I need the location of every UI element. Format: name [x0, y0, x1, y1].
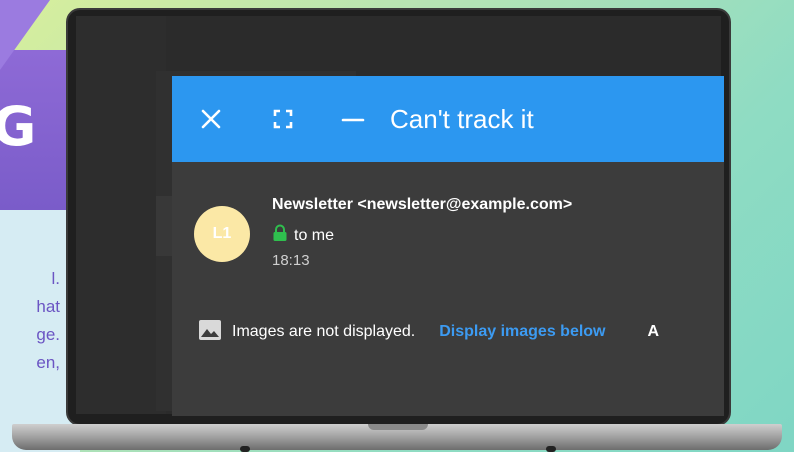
avatar[interactable]: L1: [194, 206, 250, 262]
background-text-line: ge.: [36, 325, 60, 344]
recipient-line[interactable]: to me: [272, 224, 334, 247]
background-heading: G: [0, 95, 37, 158]
sender-address[interactable]: Newsletter <newsletter@example.com>: [272, 196, 572, 214]
dialog-header: Can't track it: [172, 76, 724, 162]
background-text-line: en,: [36, 353, 60, 372]
lock-icon: [272, 224, 288, 247]
recipient-label: to me: [294, 226, 335, 244]
laptop-foot: [240, 446, 250, 452]
close-icon[interactable]: [198, 106, 224, 132]
app-background-pane: [76, 16, 166, 414]
background-shape: [0, 0, 50, 70]
background-text-line: hat: [36, 297, 60, 316]
email-dialog: Can't track it L1 Newsletter <newsletter…: [172, 76, 724, 416]
message-header: L1 Newsletter <newsletter@example.com> t…: [172, 186, 724, 276]
laptop-notch: [368, 424, 428, 430]
fullscreen-icon[interactable]: [270, 106, 296, 132]
dialog-title: Can't track it: [390, 104, 534, 134]
truncated-link[interactable]: A: [648, 323, 660, 341]
images-blocked-bar: Images are not displayed. Display images…: [198, 319, 724, 346]
background-text-line: l.: [51, 269, 61, 288]
laptop-foot: [546, 446, 556, 452]
images-notice: Images are not displayed.: [232, 323, 416, 340]
image-icon: [198, 319, 222, 346]
display-images-link[interactable]: Display images below: [439, 323, 605, 341]
minimize-icon[interactable]: [340, 106, 366, 132]
stage: G l. hat ge. en, Can't track it L1 Newsl…: [0, 0, 794, 452]
message-time: 18:13: [272, 252, 310, 269]
background-text: l. hat ge. en,: [0, 265, 60, 377]
